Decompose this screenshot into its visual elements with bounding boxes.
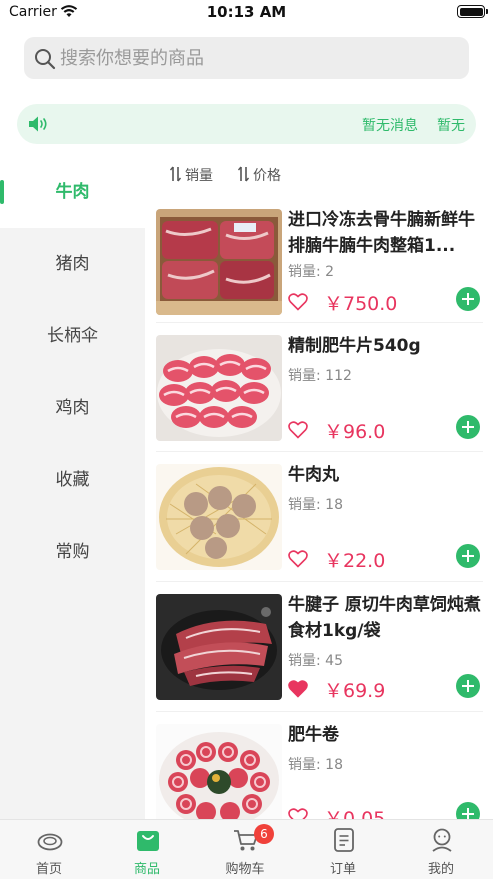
product-card[interactable]: 精制肥牛片540g 销量: 112 ￥96.0 bbox=[156, 335, 486, 464]
search-input[interactable] bbox=[60, 37, 460, 79]
add-to-cart-button[interactable] bbox=[456, 544, 480, 568]
add-to-cart-button[interactable] bbox=[456, 415, 480, 439]
product-name: 精制肥牛片540g bbox=[288, 336, 421, 356]
add-to-cart-button[interactable] bbox=[456, 674, 480, 698]
divider bbox=[156, 581, 483, 582]
sidebar-item-label: 收藏 bbox=[55, 470, 90, 490]
sidebar-item-favorites[interactable]: 收藏 bbox=[0, 444, 145, 516]
sort-icon bbox=[237, 166, 250, 186]
bottom-tab-bar: 首页 商品 6 购物车 订单 我的 bbox=[0, 819, 493, 879]
heart-icon[interactable] bbox=[288, 550, 308, 572]
product-card[interactable]: 牛腱子 原切牛肉草饲炖煮食材1kg/袋 销量: 45 ￥69.9 bbox=[156, 594, 486, 723]
clock: 10:13 AM bbox=[206, 3, 287, 21]
search-bar[interactable] bbox=[24, 37, 469, 79]
order-icon bbox=[331, 827, 357, 853]
product-image bbox=[156, 464, 282, 570]
sidebar-item-label: 鸡肉 bbox=[55, 398, 90, 418]
product-name: 牛腱子 原切牛肉草饲炖煮食材1kg/袋 bbox=[288, 595, 481, 641]
product-sales: 销量: 18 bbox=[288, 497, 343, 513]
sidebar-item-beef[interactable]: 牛肉 bbox=[0, 156, 145, 228]
category-sidebar: 牛肉 猪肉 长柄伞 鸡肉 收藏 常购 bbox=[0, 156, 145, 820]
status-bar: Carrier 10:13 AM bbox=[0, 0, 493, 26]
tab-home[interactable]: 首页 bbox=[0, 820, 98, 879]
product-image bbox=[156, 594, 282, 700]
tab-orders[interactable]: 订单 bbox=[294, 820, 392, 879]
cart-count-badge: 6 bbox=[254, 824, 274, 844]
sidebar-item-umbrella[interactable]: 长柄伞 bbox=[0, 300, 145, 372]
sort-sales-label: 销量 bbox=[185, 168, 213, 184]
add-to-cart-button[interactable] bbox=[456, 287, 480, 311]
product-card[interactable]: 牛肉丸 销量: 18 ￥22.0 bbox=[156, 464, 486, 593]
tab-label: 订单 bbox=[329, 862, 356, 877]
sidebar-item-pork[interactable]: 猪肉 bbox=[0, 228, 145, 300]
product-name: 牛肉丸 bbox=[288, 465, 339, 485]
product-actions: ￥96.0 bbox=[288, 415, 484, 445]
product-sales: 销量: 45 bbox=[288, 653, 343, 669]
sort-icon bbox=[169, 166, 182, 186]
tab-profile[interactable]: 我的 bbox=[392, 820, 490, 879]
product-price: ￥96.0 bbox=[324, 421, 386, 443]
search-icon bbox=[34, 48, 56, 74]
product-image bbox=[156, 335, 282, 441]
product-price: ￥750.0 bbox=[324, 293, 398, 315]
divider bbox=[156, 451, 483, 452]
product-price: ￥22.0 bbox=[324, 550, 386, 572]
battery-icon bbox=[457, 5, 488, 18]
tab-label: 首页 bbox=[35, 862, 62, 877]
sort-by-price[interactable]: 价格 bbox=[237, 165, 281, 186]
tab-cart[interactable]: 6 购物车 bbox=[196, 820, 294, 879]
heart-icon[interactable] bbox=[288, 421, 308, 443]
product-name: 进口冷冻去骨牛腩新鲜牛排腩牛腩牛肉整箱1... bbox=[288, 210, 475, 256]
divider bbox=[156, 322, 483, 323]
sidebar-item-chicken[interactable]: 鸡肉 bbox=[0, 372, 145, 444]
speaker-icon bbox=[28, 115, 50, 137]
profile-icon bbox=[429, 827, 455, 853]
heart-filled-icon[interactable] bbox=[288, 680, 308, 702]
tab-label: 商品 bbox=[133, 862, 160, 877]
sort-by-sales[interactable]: 销量 bbox=[169, 165, 213, 186]
home-icon bbox=[37, 827, 63, 853]
divider bbox=[156, 711, 483, 712]
notice-message: 暂无消息 bbox=[362, 118, 418, 134]
notice-bar[interactable]: 暂无消息 暂无 bbox=[17, 104, 476, 144]
notice-message-scroll: 暂无 bbox=[437, 118, 465, 134]
product-sales: 销量: 18 bbox=[288, 757, 343, 773]
sidebar-item-label: 长柄伞 bbox=[47, 326, 98, 346]
tab-label: 我的 bbox=[427, 862, 454, 877]
product-actions: ￥69.9 bbox=[288, 674, 484, 704]
product-sales: 销量: 2 bbox=[288, 264, 335, 280]
product-name: 肥牛卷 bbox=[288, 725, 339, 745]
sort-price-label: 价格 bbox=[253, 168, 281, 184]
product-sales: 销量: 112 bbox=[288, 368, 352, 384]
tab-label: 购物车 bbox=[225, 862, 265, 877]
product-card[interactable]: 进口冷冻去骨牛腩新鲜牛排腩牛腩牛肉整箱1... 销量: 2 ￥750.0 bbox=[156, 209, 486, 338]
product-actions: ￥22.0 bbox=[288, 544, 484, 574]
sidebar-item-label: 猪肉 bbox=[55, 254, 90, 274]
product-image bbox=[156, 209, 282, 315]
bag-icon bbox=[135, 827, 161, 853]
sidebar-item-label: 常购 bbox=[55, 542, 90, 562]
product-image bbox=[156, 724, 282, 830]
tab-products[interactable]: 商品 bbox=[98, 820, 196, 879]
product-price: ￥69.9 bbox=[324, 680, 386, 702]
sidebar-item-frequent[interactable]: 常购 bbox=[0, 516, 145, 588]
active-indicator bbox=[0, 180, 4, 204]
heart-icon[interactable] bbox=[288, 293, 308, 315]
app-screen: Carrier 10:13 AM 搜索你想要的商品 暂无消息 暂无 牛肉 猪肉 … bbox=[0, 0, 493, 879]
sidebar-item-label: 牛肉 bbox=[55, 182, 90, 202]
product-actions: ￥750.0 bbox=[288, 287, 484, 317]
